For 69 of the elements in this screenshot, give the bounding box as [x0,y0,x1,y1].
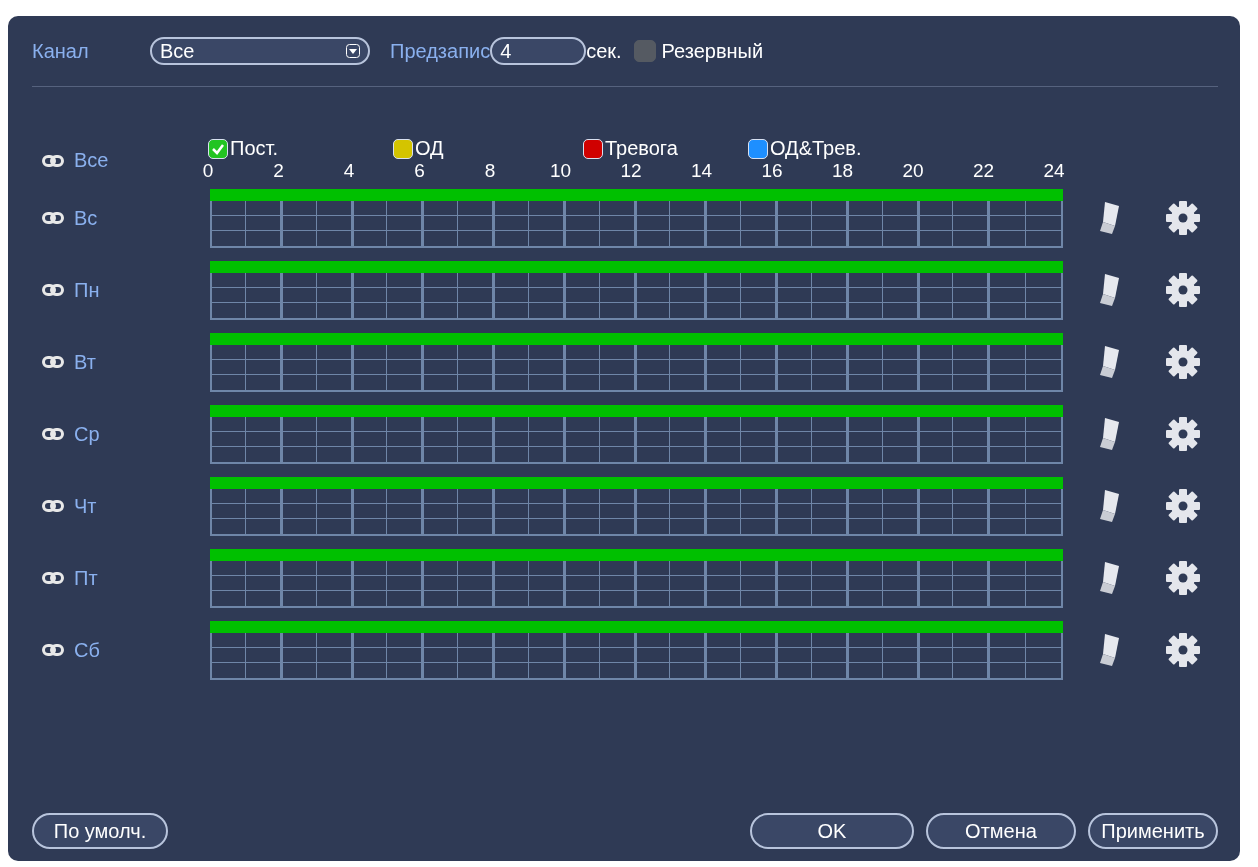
hour-tick-label: 24 [1042,160,1066,182]
link-icon[interactable] [42,644,64,656]
hour-tick-label: 2 [272,160,285,182]
settings-icon[interactable] [1165,416,1201,452]
day-timeline[interactable] [210,548,1063,608]
day-label: Пт [74,566,98,590]
day-label: Вс [74,206,98,230]
day-timeline[interactable] [210,620,1063,680]
link-icon[interactable] [42,572,64,584]
hour-tick-label: 14 [689,160,714,182]
eraser-icon[interactable] [1097,200,1121,236]
legend-label: ОД&Трев. [770,137,862,160]
hour-tick-label: 20 [901,160,925,182]
day-label: Ср [74,422,100,446]
day-label: Чт [74,494,97,518]
dialog-button[interactable]: OK [750,813,914,849]
link-icon[interactable] [42,154,64,167]
dialog-button[interactable]: Отмена [926,813,1076,849]
link-icon[interactable] [42,500,64,512]
legend-label: Тревога [605,137,678,160]
day-label: Сб [74,638,100,662]
hour-tick-label: 10 [548,160,573,182]
hour-tick-label: 12 [619,160,643,182]
hour-tick-label: 6 [413,160,426,182]
day-timeline[interactable] [210,260,1063,320]
prerecord-input[interactable]: 4 [490,37,587,65]
day-label: Вт [74,350,96,374]
hour-tick-label: 4 [342,160,356,182]
settings-icon[interactable] [1165,200,1201,236]
link-icon[interactable] [42,356,64,368]
eraser-icon[interactable] [1097,632,1121,668]
eraser-icon[interactable] [1097,560,1121,596]
hour-tick-label: 22 [971,160,996,182]
prerecord-label: Предзапис [390,39,491,63]
link-icon[interactable] [42,212,64,224]
all-days-label: Все [74,149,109,172]
legend-checkbox[interactable] [208,138,228,159]
legend-checkbox[interactable] [583,138,603,159]
dialog-button[interactable]: Применить [1088,813,1218,849]
eraser-icon[interactable] [1097,416,1121,452]
hour-tick-label: 0 [201,160,215,182]
hour-tick-label: 8 [483,160,497,182]
legend-label: Пост. [230,137,278,160]
settings-icon[interactable] [1165,632,1201,668]
backup-label: Резервный [661,39,764,63]
hour-tick-label: 16 [760,160,784,182]
backup-checkbox[interactable] [633,40,656,62]
eraser-icon[interactable] [1097,344,1121,380]
day-label: Пн [74,278,100,302]
channel-dropdown[interactable]: Все [150,37,370,65]
day-timeline[interactable] [210,332,1063,392]
eraser-icon[interactable] [1097,272,1121,308]
eraser-icon[interactable] [1097,488,1121,524]
settings-icon[interactable] [1165,560,1201,596]
legend-label: ОД [415,137,444,160]
seconds-label: сек. [586,39,622,63]
hour-tick-label: 18 [830,160,855,182]
day-timeline[interactable] [210,404,1063,464]
settings-icon[interactable] [1165,488,1201,524]
link-icon[interactable] [42,428,64,440]
legend-checkbox[interactable] [393,138,413,159]
settings-icon[interactable] [1165,272,1201,308]
default-button[interactable]: По умолч. [32,813,168,849]
channel-label: Канал [32,39,90,63]
day-timeline[interactable] [210,188,1063,248]
link-icon[interactable] [42,284,64,296]
legend-checkbox[interactable] [748,138,768,159]
settings-icon[interactable] [1165,344,1201,380]
day-timeline[interactable] [210,476,1063,536]
